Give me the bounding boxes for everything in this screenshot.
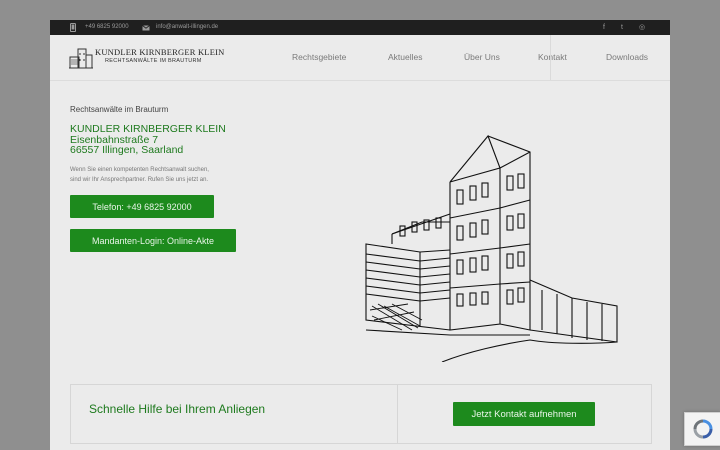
page: +49 6825 92000 info@anwalt-illingen.de f… <box>50 20 670 450</box>
nav-kontakt[interactable]: Kontakt <box>538 35 567 80</box>
twitter-icon[interactable]: t <box>621 20 623 35</box>
brauturm-building-illustration <box>365 134 618 362</box>
firm-city: 66557 Illingen, Saarland <box>70 144 184 156</box>
logo-subtitle: RECHTSANWÄLTE IM BRAUTURM <box>105 58 202 64</box>
nav-downloads[interactable]: Downloads <box>606 35 648 80</box>
recaptcha-badge[interactable] <box>684 412 720 446</box>
hero-tagline: Rechtsanwälte im Brauturm <box>70 105 169 114</box>
logo-title: KUNDLER KIRNBERGER KLEIN <box>95 47 225 57</box>
topbar-phone-text: +49 6825 92000 <box>85 24 129 30</box>
cta-divider <box>397 385 398 443</box>
topbar-email[interactable]: info@anwalt-illingen.de <box>142 20 218 35</box>
envelope-icon <box>142 24 150 30</box>
topbar-email-text: info@anwalt-illingen.de <box>156 24 219 30</box>
topbar-phone[interactable]: +49 6825 92000 <box>70 20 129 35</box>
logo[interactable]: KUNDLER KIRNBERGER KLEIN RECHTSANWÄLTE I… <box>69 45 224 71</box>
social-link-icon[interactable]: ◎ <box>639 20 645 35</box>
facebook-icon[interactable]: f <box>603 20 605 35</box>
nav-divider <box>550 35 551 80</box>
nav-rechtsgebiete[interactable]: Rechtsgebiete <box>292 35 346 80</box>
quick-help-heading: Schnelle Hilfe bei Ihrem Anliegen <box>89 402 266 416</box>
site-header: KUNDLER KIRNBERGER KLEIN RECHTSANWÄLTE I… <box>50 35 670 81</box>
quick-help-box: Schnelle Hilfe bei Ihrem Anliegen Jetzt … <box>70 384 652 444</box>
hero-intro: Wenn Sie einen kompetenten Rechtsanwalt … <box>70 165 250 185</box>
firm-address: KUNDLER KIRNBERGER KLEIN Eisenbahnstraße… <box>70 124 226 156</box>
phone-button[interactable]: Telefon: +49 6825 92000 <box>70 195 214 218</box>
top-bar: +49 6825 92000 info@anwalt-illingen.de f… <box>50 20 670 35</box>
contact-now-button[interactable]: Jetzt Kontakt aufnehmen <box>453 402 595 426</box>
recaptcha-icon <box>693 419 713 439</box>
intro-line-1: Wenn Sie einen kompetenten Rechtsanwalt … <box>70 167 209 173</box>
intro-line-2: sind wir Ihr Ansprechpartner. Rufen Sie … <box>70 177 209 183</box>
nav-ueber-uns[interactable]: Über Uns <box>464 35 500 80</box>
client-login-button[interactable]: Mandanten-Login: Online-Akte <box>70 229 236 252</box>
mobile-phone-icon <box>70 23 76 32</box>
firm-name: KUNDLER KIRNBERGER KLEIN <box>70 123 226 135</box>
brewery-tower-logo-icon <box>69 48 93 69</box>
nav-aktuelles[interactable]: Aktuelles <box>388 35 423 80</box>
